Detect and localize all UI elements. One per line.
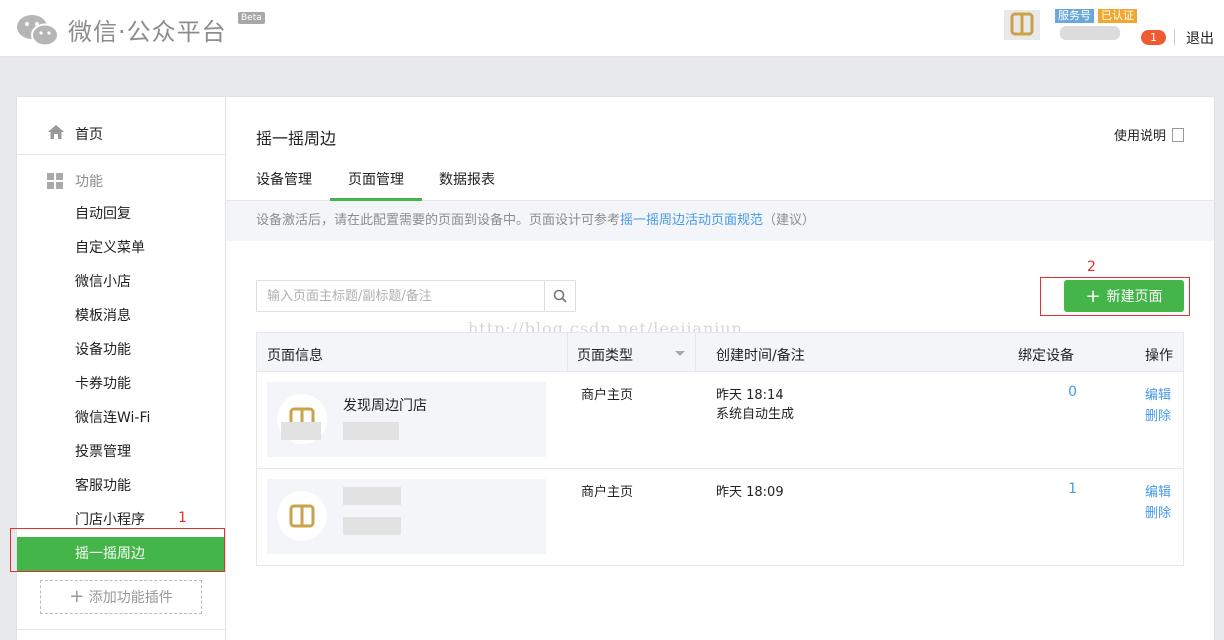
logo[interactable]: 微信·公众平台: [16, 12, 227, 47]
logo-text: 微信·公众平台: [68, 18, 227, 46]
table-row: 发现周边门店 商户主页 昨天 18:14 系统自动生成 0 编辑 删除: [257, 372, 1183, 469]
add-plugin-label: 添加功能插件: [88, 590, 173, 606]
wechat-logo-icon: [17, 14, 59, 46]
grid-icon: [47, 173, 63, 189]
beta-badge: Beta: [238, 12, 265, 24]
sidebar-item-home[interactable]: 首页: [17, 97, 225, 155]
search-icon: [553, 289, 567, 303]
store-logo-icon: [1010, 12, 1034, 36]
sidebar-item-vote[interactable]: 投票管理: [17, 435, 225, 469]
tab-data-report[interactable]: 数据报表: [439, 169, 495, 201]
sidebar-item-custom-menu[interactable]: 自定义菜单: [17, 231, 225, 265]
page-card: 发现周边门店: [267, 382, 546, 457]
delete-link[interactable]: 删除: [1145, 502, 1171, 521]
annotation-box-1: [10, 528, 225, 572]
notice-text: 设备激活后，请在此配置需要的页面到设备中。页面设计可参考: [256, 213, 621, 228]
annotation-box-2: [1040, 277, 1190, 316]
column-header-type[interactable]: 页面类型: [577, 345, 633, 365]
sidebar-item-coupons[interactable]: 卡券功能: [17, 367, 225, 401]
annotation-label-2: 2: [1087, 259, 1096, 275]
sidebar-item-auto-reply[interactable]: 自动回复: [17, 197, 225, 231]
sidebar-item-wechat-store[interactable]: 微信小店: [17, 265, 225, 299]
main-panel: 摇一摇周边 使用说明 设备管理 页面管理 数据报表 设备激活后，请在此配置需要的…: [225, 96, 1215, 640]
created-time-cell: 昨天 18:09: [716, 485, 784, 500]
page-title: 摇一摇周边: [256, 129, 337, 148]
bound-devices-count[interactable]: 0: [1037, 384, 1077, 400]
pages-table: 页面信息 页面类型 创建时间/备注 绑定设备 操作 发现周边门店 商户主页 昨天…: [256, 332, 1184, 566]
header-divider: [1174, 29, 1175, 45]
tab-page-management[interactable]: 页面管理: [330, 169, 422, 201]
help-link[interactable]: 使用说明: [1114, 125, 1184, 144]
column-header-info: 页面信息: [267, 348, 323, 364]
page-card: [267, 479, 546, 554]
sidebar-item-label: 首页: [75, 127, 103, 143]
blurred-subtitle: [281, 422, 321, 440]
account-name-blurred: [1060, 26, 1120, 40]
home-icon: [48, 125, 64, 139]
notice-suffix: （建议）: [763, 213, 816, 228]
blurred-title: [343, 487, 401, 505]
column-divider: [695, 333, 696, 372]
add-plugin-button[interactable]: + 添加功能插件: [40, 580, 202, 614]
document-icon: [1172, 127, 1184, 142]
sidebar-item-device[interactable]: 设备功能: [17, 333, 225, 367]
notification-badge[interactable]: 1: [1141, 30, 1166, 45]
annotation-label-1: 1: [178, 510, 187, 526]
logout-link[interactable]: 退出: [1186, 28, 1214, 48]
plus-icon: +: [69, 586, 85, 607]
search-input[interactable]: [257, 281, 545, 311]
info-notice: 设备激活后，请在此配置需要的页面到设备中。页面设计可参考摇一摇周边活动页面规范（…: [226, 201, 1214, 241]
top-header: 微信·公众平台 Beta 服务号 已认证 1 退出: [0, 0, 1224, 57]
store-logo-icon: [289, 504, 315, 528]
account-type-badge: 服务号: [1055, 9, 1094, 23]
edit-link[interactable]: 编辑: [1145, 481, 1171, 500]
tab-device-management[interactable]: 设备管理: [256, 169, 312, 201]
page-thumbnail: [277, 491, 327, 541]
sidebar-section-label: 功能: [75, 174, 103, 190]
help-label: 使用说明: [1113, 129, 1166, 144]
bound-devices-count[interactable]: 1: [1037, 481, 1077, 497]
sidebar-section-features: 功能: [47, 171, 103, 191]
page-type-cell: 商户主页: [581, 388, 634, 403]
created-time-cell: 昨天 18:14: [716, 388, 784, 403]
sidebar-item-customer-service[interactable]: 客服功能: [17, 469, 225, 503]
chevron-down-icon[interactable]: [675, 351, 685, 356]
column-header-devices: 绑定设备: [1018, 348, 1074, 364]
sidebar-item-list: 自动回复 自定义菜单 微信小店 模板消息 设备功能 卡券功能 微信连Wi-Fi …: [17, 197, 225, 571]
column-header-created: 创建时间/备注: [716, 348, 805, 364]
verified-badge: 已认证: [1098, 9, 1137, 23]
blurred-subtitle: [343, 422, 399, 440]
search-button[interactable]: [544, 281, 575, 311]
delete-link[interactable]: 删除: [1145, 405, 1171, 424]
column-header-ops: 操作: [1145, 348, 1173, 364]
edit-link[interactable]: 编辑: [1145, 384, 1171, 403]
note-cell: 系统自动生成: [716, 407, 795, 422]
account-avatar[interactable]: [1004, 10, 1040, 40]
column-divider: [567, 333, 568, 372]
table-row: 商户主页 昨天 18:09 1 编辑 删除: [257, 469, 1183, 566]
page-spec-link[interactable]: 摇一摇周边活动页面规范: [620, 213, 763, 228]
tab-bar: 设备管理 页面管理 数据报表: [226, 159, 1214, 201]
page-type-cell: 商户主页: [581, 485, 634, 500]
sidebar-divider: [17, 629, 225, 630]
blurred-subtitle: [343, 517, 401, 535]
page-title-text: 发现周边门店: [343, 398, 427, 414]
sidebar-item-wifi[interactable]: 微信连Wi-Fi: [17, 401, 225, 435]
table-header: 页面信息 页面类型 创建时间/备注 绑定设备 操作: [257, 333, 1183, 372]
search-box: [256, 280, 576, 312]
sidebar-item-template-message[interactable]: 模板消息: [17, 299, 225, 333]
